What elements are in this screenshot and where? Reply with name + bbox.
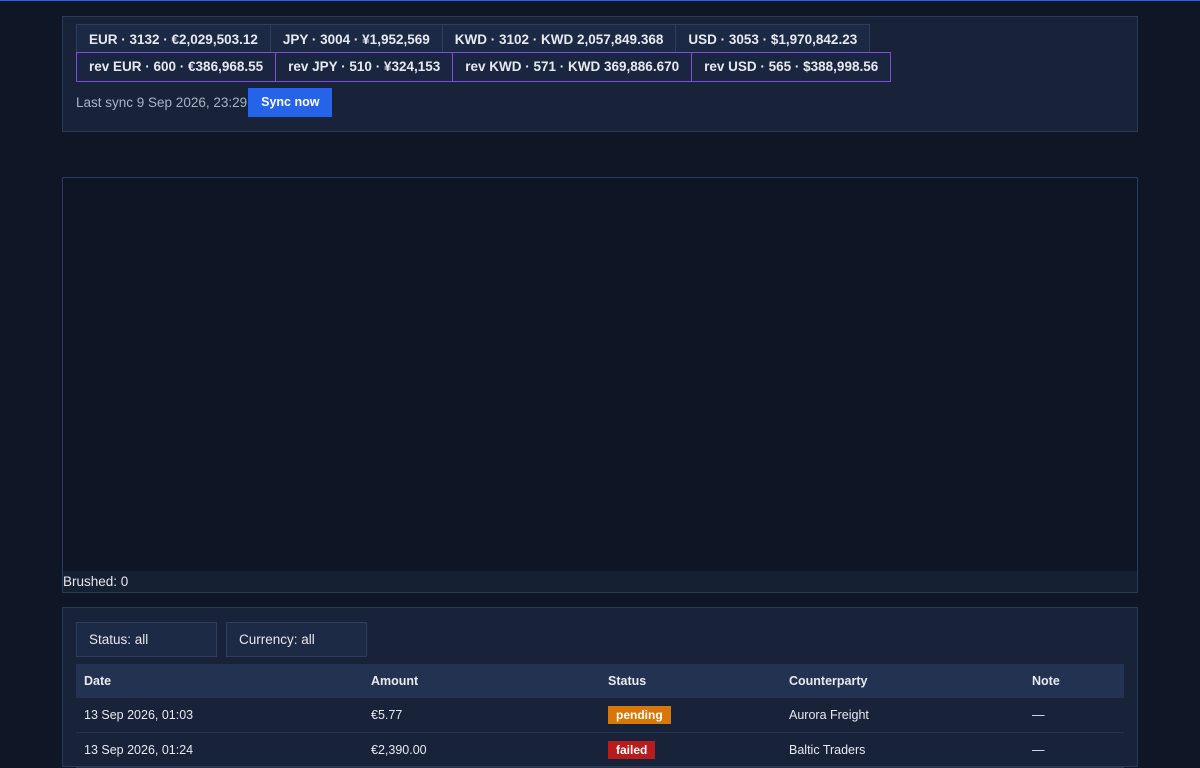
reversed-chip-jpy[interactable]: rev JPY · 510 · ¥324,153 xyxy=(275,52,454,82)
last-sync-text: Last sync 9 Sep 2026, 23:29 xyxy=(76,95,248,110)
total-chip-eur[interactable]: EUR · 3132 · €2,029,503.12 xyxy=(76,24,271,53)
total-chip-kwd[interactable]: KWD · 3102 · KWD 2,057,849.368 xyxy=(441,24,677,53)
cell-date: 13 Sep 2026, 01:03 xyxy=(76,698,363,733)
column-header-note[interactable]: Note xyxy=(1024,664,1124,698)
brushed-count: Brushed: 0 xyxy=(63,571,1137,592)
column-header-date[interactable]: Date xyxy=(76,664,363,698)
cell-note: — xyxy=(1024,698,1124,733)
table-header-row: Date Amount Status Counterparty Note xyxy=(76,664,1124,698)
reversed-chip-usd[interactable]: rev USD · 565 · $388,998.56 xyxy=(691,52,892,82)
status-badge: failed xyxy=(608,741,656,759)
chart-area[interactable]: Brushed: 0 xyxy=(62,177,1138,593)
cell-date: 13 Sep 2026, 01:24 xyxy=(76,732,363,768)
transactions-panel: Status: all Currency: all Date Amount St… xyxy=(62,607,1138,768)
cell-amount: €5.77 xyxy=(363,698,600,733)
currency-totals-row: EUR · 3132 · €2,029,503.12 JPY · 3004 · … xyxy=(76,24,871,53)
sync-now-button[interactable]: Sync now xyxy=(248,88,333,117)
summary-panel: EUR · 3132 · €2,029,503.12 JPY · 3004 · … xyxy=(62,16,1138,132)
cell-status: failed xyxy=(600,732,781,768)
reversed-totals-row: rev EUR · 600 · €386,968.55 rev JPY · 51… xyxy=(76,52,892,82)
reversed-chip-kwd[interactable]: rev KWD · 571 · KWD 369,886.670 xyxy=(452,52,693,82)
sync-row: Last sync 9 Sep 2026, 23:29 Sync now xyxy=(76,88,333,117)
top-accent-line xyxy=(0,0,1200,1)
cell-counterparty: Aurora Freight xyxy=(781,698,1024,733)
transactions-table: Date Amount Status Counterparty Note 13 … xyxy=(76,664,1124,768)
column-header-amount[interactable]: Amount xyxy=(363,664,600,698)
total-chip-jpy[interactable]: JPY · 3004 · ¥1,952,569 xyxy=(269,24,443,53)
column-header-status[interactable]: Status xyxy=(600,664,781,698)
cell-amount: €2,390.00 xyxy=(363,732,600,768)
table-row[interactable]: 13 Sep 2026, 01:03 €5.77 pending Aurora … xyxy=(76,698,1124,733)
cell-counterparty: Baltic Traders xyxy=(781,732,1024,768)
table-row[interactable]: 13 Sep 2026, 01:24 €2,390.00 failed Balt… xyxy=(76,732,1124,768)
cell-status: pending xyxy=(600,698,781,733)
cell-note: — xyxy=(1024,732,1124,768)
reversed-chip-eur[interactable]: rev EUR · 600 · €386,968.55 xyxy=(76,52,277,82)
filters-bar: Status: all Currency: all xyxy=(76,622,376,657)
column-header-counterparty[interactable]: Counterparty xyxy=(781,664,1024,698)
currency-filter[interactable]: Currency: all xyxy=(226,622,367,657)
status-filter[interactable]: Status: all xyxy=(76,622,217,657)
total-chip-usd[interactable]: USD · 3053 · $1,970,842.23 xyxy=(675,24,871,53)
status-badge: pending xyxy=(608,706,671,724)
